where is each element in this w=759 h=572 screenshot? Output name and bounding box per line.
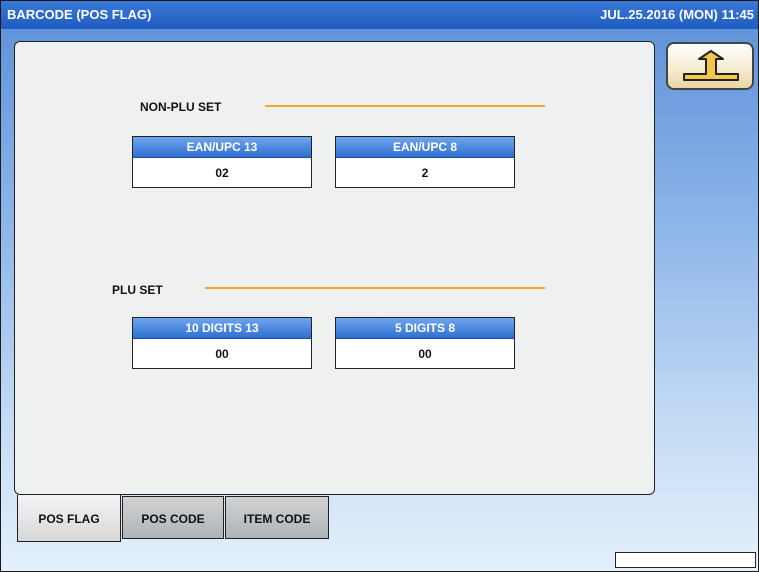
5-digits-8-label: 5 DIGITS 8	[336, 318, 514, 339]
back-button[interactable]	[666, 42, 754, 90]
non-plu-section-divider	[265, 105, 545, 107]
plu-section-label: PLU SET	[112, 283, 163, 297]
ean-upc-8-label: EAN/UPC 8	[336, 137, 514, 158]
title-bar: BARCODE (POS FLAG) JUL.25.2016 (MON) 11:…	[1, 1, 758, 29]
tab-item-code[interactable]: ITEM CODE	[225, 496, 329, 539]
page-title: BARCODE (POS FLAG)	[7, 7, 152, 22]
ean-upc-13-field[interactable]: EAN/UPC 13 02	[132, 136, 312, 188]
tab-pos-flag[interactable]: POS FLAG	[17, 495, 121, 542]
date-time-display: JUL.25.2016 (MON) 11:45	[600, 7, 754, 22]
settings-panel: NON-PLU SET EAN/UPC 13 02 EAN/UPC 8 2 PL…	[14, 41, 655, 495]
ean-upc-8-value: 2	[421, 166, 429, 180]
10-digits-13-field[interactable]: 10 DIGITS 13 00	[132, 317, 312, 369]
ean-upc-13-value: 02	[215, 166, 229, 180]
5-digits-8-field[interactable]: 5 DIGITS 8 00	[335, 317, 515, 369]
return-arrow-icon	[683, 50, 739, 81]
screen-frame: BARCODE (POS FLAG) JUL.25.2016 (MON) 11:…	[0, 0, 759, 572]
non-plu-section-label: NON-PLU SET	[140, 100, 222, 114]
plu-section-divider	[205, 287, 545, 289]
10-digits-13-value: 00	[215, 347, 229, 361]
5-digits-8-value: 00	[418, 347, 432, 361]
status-field	[615, 552, 756, 568]
tab-pos-code[interactable]: POS CODE	[122, 496, 224, 539]
ean-upc-13-label: EAN/UPC 13	[133, 137, 311, 158]
ean-upc-8-field[interactable]: EAN/UPC 8 2	[335, 136, 515, 188]
10-digits-13-label: 10 DIGITS 13	[133, 318, 311, 339]
